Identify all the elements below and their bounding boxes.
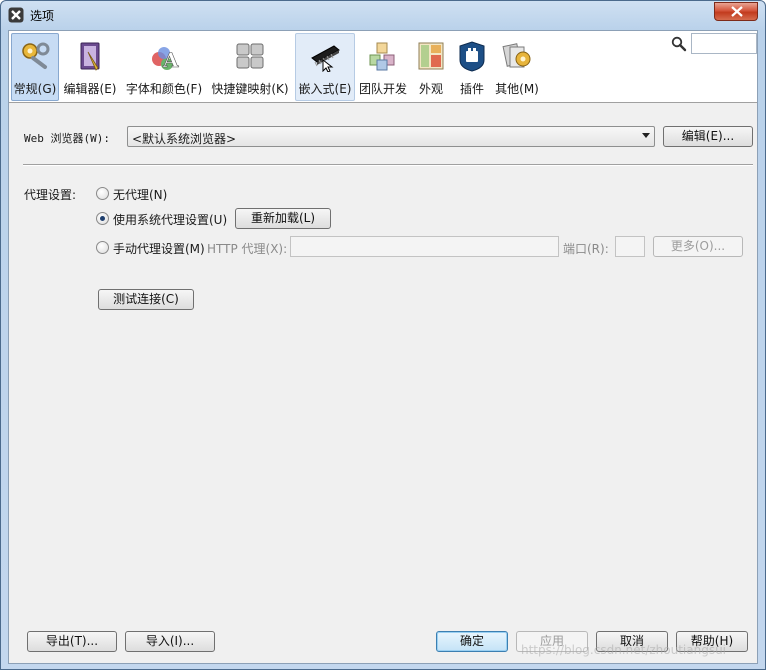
tab-fonts-colors[interactable]: A 字体和颜色(F): [122, 33, 206, 101]
browser-select-value: <默认系统浏览器>: [132, 132, 237, 146]
tab-team[interactable]: 团队开发: [357, 33, 409, 101]
netbeans-app-icon: [8, 7, 24, 23]
ok-button[interactable]: 确定: [436, 631, 508, 652]
tab-keymap[interactable]: 快捷键映射(K): [209, 33, 291, 101]
browser-label: Web 浏览器(W):: [24, 132, 110, 145]
fonts-colors-icon: A: [152, 47, 179, 72]
tab-label: 快捷键映射(K): [211, 82, 289, 96]
window-title: 选项: [30, 9, 55, 23]
tab-appearance[interactable]: 外观: [412, 33, 450, 101]
watermark: https://blog.csdn.net/zhoutiangsui: [521, 643, 727, 657]
appearance-icon: [418, 42, 444, 70]
radio-system-proxy-label: 使用系统代理设置(U): [113, 213, 228, 227]
tab-label: 嵌入式(E): [298, 82, 352, 96]
tab-label: 字体和颜色(F): [125, 82, 203, 96]
port-label: 端口(R):: [563, 242, 609, 256]
tab-label: 常规(G): [13, 82, 57, 96]
category-toolbar: 常规(G) 编辑器(E) A 字体和颜色(F) 快捷键映射(K) 嵌入式(E) …: [9, 31, 757, 103]
options-client-area: 常规(G) 编辑器(E) A 字体和颜色(F) 快捷键映射(K) 嵌入式(E) …: [8, 30, 758, 664]
tab-label: 外观: [418, 82, 443, 96]
misc-icon: [502, 43, 531, 68]
more-button[interactable]: 更多(O)...: [653, 236, 743, 257]
chip-icon: [311, 45, 340, 72]
radio-no-proxy[interactable]: [96, 187, 109, 200]
close-icon: [731, 6, 743, 17]
tab-misc[interactable]: 其他(M): [493, 33, 541, 101]
tab-label: 编辑器(E): [63, 82, 117, 96]
svg-text:A: A: [162, 48, 179, 72]
import-button[interactable]: 导入(I)...: [125, 631, 215, 652]
separator: [23, 164, 753, 166]
options-window: 选项 常规(G) 编辑器(E) A 字体和颜色(F) 快捷键映射(K) 嵌入式(…: [0, 0, 766, 670]
tab-editor[interactable]: 编辑器(E): [61, 33, 119, 101]
tab-label: 插件: [459, 82, 484, 96]
title-bar[interactable]: 选项: [1, 1, 765, 29]
radio-system-proxy[interactable]: [96, 212, 109, 225]
tab-embedded[interactable]: 嵌入式(E): [295, 33, 355, 101]
test-connection-button[interactable]: 测试连接(C): [98, 289, 194, 310]
radio-manual-proxy[interactable]: [96, 241, 109, 254]
general-settings-icon: [22, 42, 50, 69]
browser-select[interactable]: <默认系统浏览器>: [127, 126, 655, 147]
chevron-down-icon: [642, 133, 650, 138]
plugin-icon: [459, 41, 485, 72]
proxy-label: 代理设置:: [24, 188, 77, 202]
search-icon: [671, 36, 687, 52]
tab-label: 团队开发: [358, 82, 407, 96]
search-input[interactable]: [691, 33, 757, 54]
tab-label: 其他(M): [495, 82, 539, 96]
keymap-icon: [236, 43, 264, 69]
radio-no-proxy-label: 无代理(N): [113, 188, 168, 202]
port-input[interactable]: [615, 236, 645, 257]
tab-plugins[interactable]: 插件: [453, 33, 491, 101]
http-proxy-label: HTTP 代理(X):: [207, 242, 288, 256]
radio-manual-proxy-label: 手动代理设置(M): [113, 242, 205, 256]
close-button[interactable]: [714, 2, 758, 21]
export-button[interactable]: 导出(T)...: [27, 631, 117, 652]
http-proxy-input[interactable]: [290, 236, 559, 257]
tab-general[interactable]: 常规(G): [11, 33, 59, 101]
reload-button[interactable]: 重新加载(L): [235, 208, 331, 229]
browser-edit-button[interactable]: 编辑(E)...: [663, 126, 753, 147]
team-icon: [369, 42, 395, 71]
editor-icon: [80, 42, 100, 71]
